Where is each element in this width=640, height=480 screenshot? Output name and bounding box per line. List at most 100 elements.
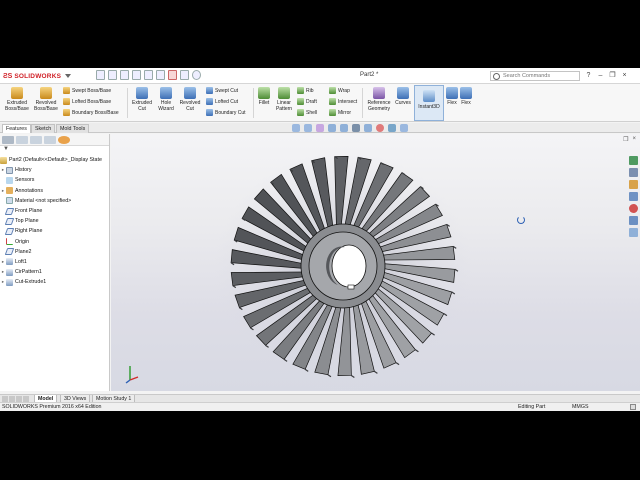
shell-label: Shell	[306, 109, 318, 116]
section-view-icon[interactable]	[328, 124, 336, 132]
draft-button[interactable]: Draft	[297, 98, 317, 105]
rib-button[interactable]: Rib	[297, 87, 314, 94]
draft-icon	[297, 98, 304, 105]
revolved-cut-button[interactable]: Revolved Cut	[178, 87, 202, 112]
unit-system[interactable]: MMGS	[572, 403, 588, 411]
custom-properties-icon[interactable]	[629, 216, 638, 225]
status-options-icon[interactable]	[630, 404, 636, 410]
search-commands[interactable]	[490, 71, 580, 81]
forum-icon[interactable]	[629, 228, 638, 237]
zoom-area-icon[interactable]	[304, 124, 312, 132]
shell-button[interactable]: Shell	[297, 109, 317, 116]
hole-wizard-button[interactable]: Hole Wizard	[156, 87, 176, 112]
graphics-area[interactable]: ❐ ×	[111, 134, 640, 391]
lofted-boss-button[interactable]: Lofted Boss/Base	[63, 98, 111, 105]
wrap-label: Wrap	[338, 87, 350, 94]
options-gear-icon[interactable]	[192, 70, 201, 80]
wrap-button[interactable]: Wrap	[329, 87, 350, 94]
instant3d-button[interactable]: Instant3D	[414, 85, 444, 121]
boundary-boss-label: Boundary Boss/Base	[72, 109, 119, 116]
edit-appearance-icon[interactable]	[376, 124, 384, 132]
solidworks-logo[interactable]: ƧS SOLIDWORKS	[3, 71, 72, 81]
revolved-boss-button[interactable]: Revolved Boss/Base	[31, 87, 61, 112]
hide-show-items-icon[interactable]	[364, 124, 372, 132]
model-tabs-bar: Model 3D Views Motion Study 1	[0, 394, 640, 403]
feature-manager-tab-icon[interactable]	[2, 136, 14, 144]
tree-item-right-plane[interactable]: Right Plane	[0, 226, 109, 236]
rebuild-icon[interactable]	[168, 70, 177, 80]
bore-hole	[331, 244, 367, 288]
help-icon[interactable]: ?	[585, 71, 592, 80]
tab-mold-tools[interactable]: Mold Tools	[56, 124, 90, 133]
undo-icon[interactable]	[144, 70, 153, 80]
close-icon[interactable]: ×	[621, 71, 628, 80]
display-manager-tab-icon[interactable]	[58, 136, 70, 144]
extruded-cut-button[interactable]: Extruded Cut	[130, 87, 154, 112]
lofted-cut-button[interactable]: Lofted Cut	[206, 98, 238, 105]
flex-button-2[interactable]: Flex	[460, 87, 472, 107]
file-properties-icon[interactable]	[180, 70, 189, 80]
swept-boss-icon	[63, 87, 70, 94]
open-document-icon[interactable]	[108, 70, 117, 80]
flex-button-1[interactable]: Flex	[446, 87, 458, 107]
instant3d-icon	[423, 90, 435, 102]
display-style-icon[interactable]	[352, 124, 360, 132]
fillet-button[interactable]: Fillet	[256, 87, 272, 107]
linear-pattern-button[interactable]: Linear Pattern	[273, 87, 295, 112]
intersect-button[interactable]: Intersect	[329, 98, 357, 105]
tree-item-top-plane[interactable]: Top Plane	[0, 216, 109, 226]
menu-arrow-icon[interactable]	[65, 74, 72, 78]
extruded-boss-button[interactable]: Extruded Boss/Base	[3, 87, 31, 112]
tree-item-cirpattern1[interactable]: ▸ CirPattern1	[0, 267, 109, 277]
previous-view-icon[interactable]	[316, 124, 324, 132]
boundary-boss-button[interactable]: Boundary Boss/Base	[63, 109, 119, 116]
draft-label: Draft	[306, 98, 317, 105]
dimxpert-manager-tab-icon[interactable]	[44, 136, 56, 144]
plane-icon	[4, 248, 15, 256]
configuration-manager-tab-icon[interactable]	[30, 136, 42, 144]
save-icon[interactable]	[120, 70, 129, 80]
minimize-icon[interactable]: –	[597, 71, 604, 80]
tree-item-plane2[interactable]: Plane2	[0, 247, 109, 257]
tree-label: Front Plane	[15, 208, 43, 215]
reference-geometry-button[interactable]: Reference Geometry	[365, 87, 393, 112]
view-orientation-icon[interactable]	[340, 124, 348, 132]
tree-item-sensors[interactable]: Sensors	[0, 175, 109, 185]
appearances-icon[interactable]	[629, 204, 638, 213]
select-icon[interactable]	[156, 70, 165, 80]
tree-root-part[interactable]: Part2 (Default<<Default>_Display State	[0, 155, 109, 165]
new-document-icon[interactable]	[96, 70, 105, 80]
mirror-button[interactable]: Mirror	[329, 109, 351, 116]
swept-cut-button[interactable]: Swept Cut	[206, 87, 238, 94]
tree-item-material[interactable]: Material <not specified>	[0, 196, 109, 206]
zoom-to-fit-icon[interactable]	[292, 124, 300, 132]
history-icon	[6, 166, 13, 174]
filter-icon[interactable]: ▼	[0, 146, 109, 155]
apply-scene-icon[interactable]	[388, 124, 396, 132]
tree-item-annotations[interactable]: ▸ Annotations	[0, 186, 109, 196]
solidworks-resources-icon[interactable]	[629, 156, 638, 165]
tab-features[interactable]: Features	[2, 124, 31, 133]
restore-icon[interactable]: ❐	[609, 71, 616, 80]
search-input[interactable]	[503, 73, 573, 79]
boundary-cut-button[interactable]: Boundary Cut	[206, 109, 246, 116]
tree-item-loft1[interactable]: ▸ Loft1	[0, 257, 109, 267]
annotations-icon	[6, 187, 13, 195]
file-explorer-icon[interactable]	[629, 180, 638, 189]
view-palette-icon[interactable]	[629, 192, 638, 201]
curves-button[interactable]: Curves	[394, 87, 412, 107]
viewport-close-icon[interactable]: ×	[632, 136, 636, 143]
tree-item-origin[interactable]: Origin	[0, 237, 109, 247]
viewport-restore-icon[interactable]: ❐	[623, 136, 628, 143]
tree-item-front-plane[interactable]: Front Plane	[0, 206, 109, 216]
tab-sketch[interactable]: Sketch	[31, 124, 56, 133]
tree-item-history[interactable]: ▸ History	[0, 165, 109, 175]
design-library-icon[interactable]	[629, 168, 638, 177]
tree-item-cut-extrude1[interactable]: ▸ Cut-Extrude1	[0, 277, 109, 287]
swept-boss-button[interactable]: Swept Boss/Base	[63, 87, 111, 94]
part-model	[213, 152, 473, 391]
ds-logo-icon: ƧS	[3, 72, 13, 80]
property-manager-tab-icon[interactable]	[16, 136, 28, 144]
view-settings-icon[interactable]	[400, 124, 408, 132]
print-icon[interactable]	[132, 70, 141, 80]
